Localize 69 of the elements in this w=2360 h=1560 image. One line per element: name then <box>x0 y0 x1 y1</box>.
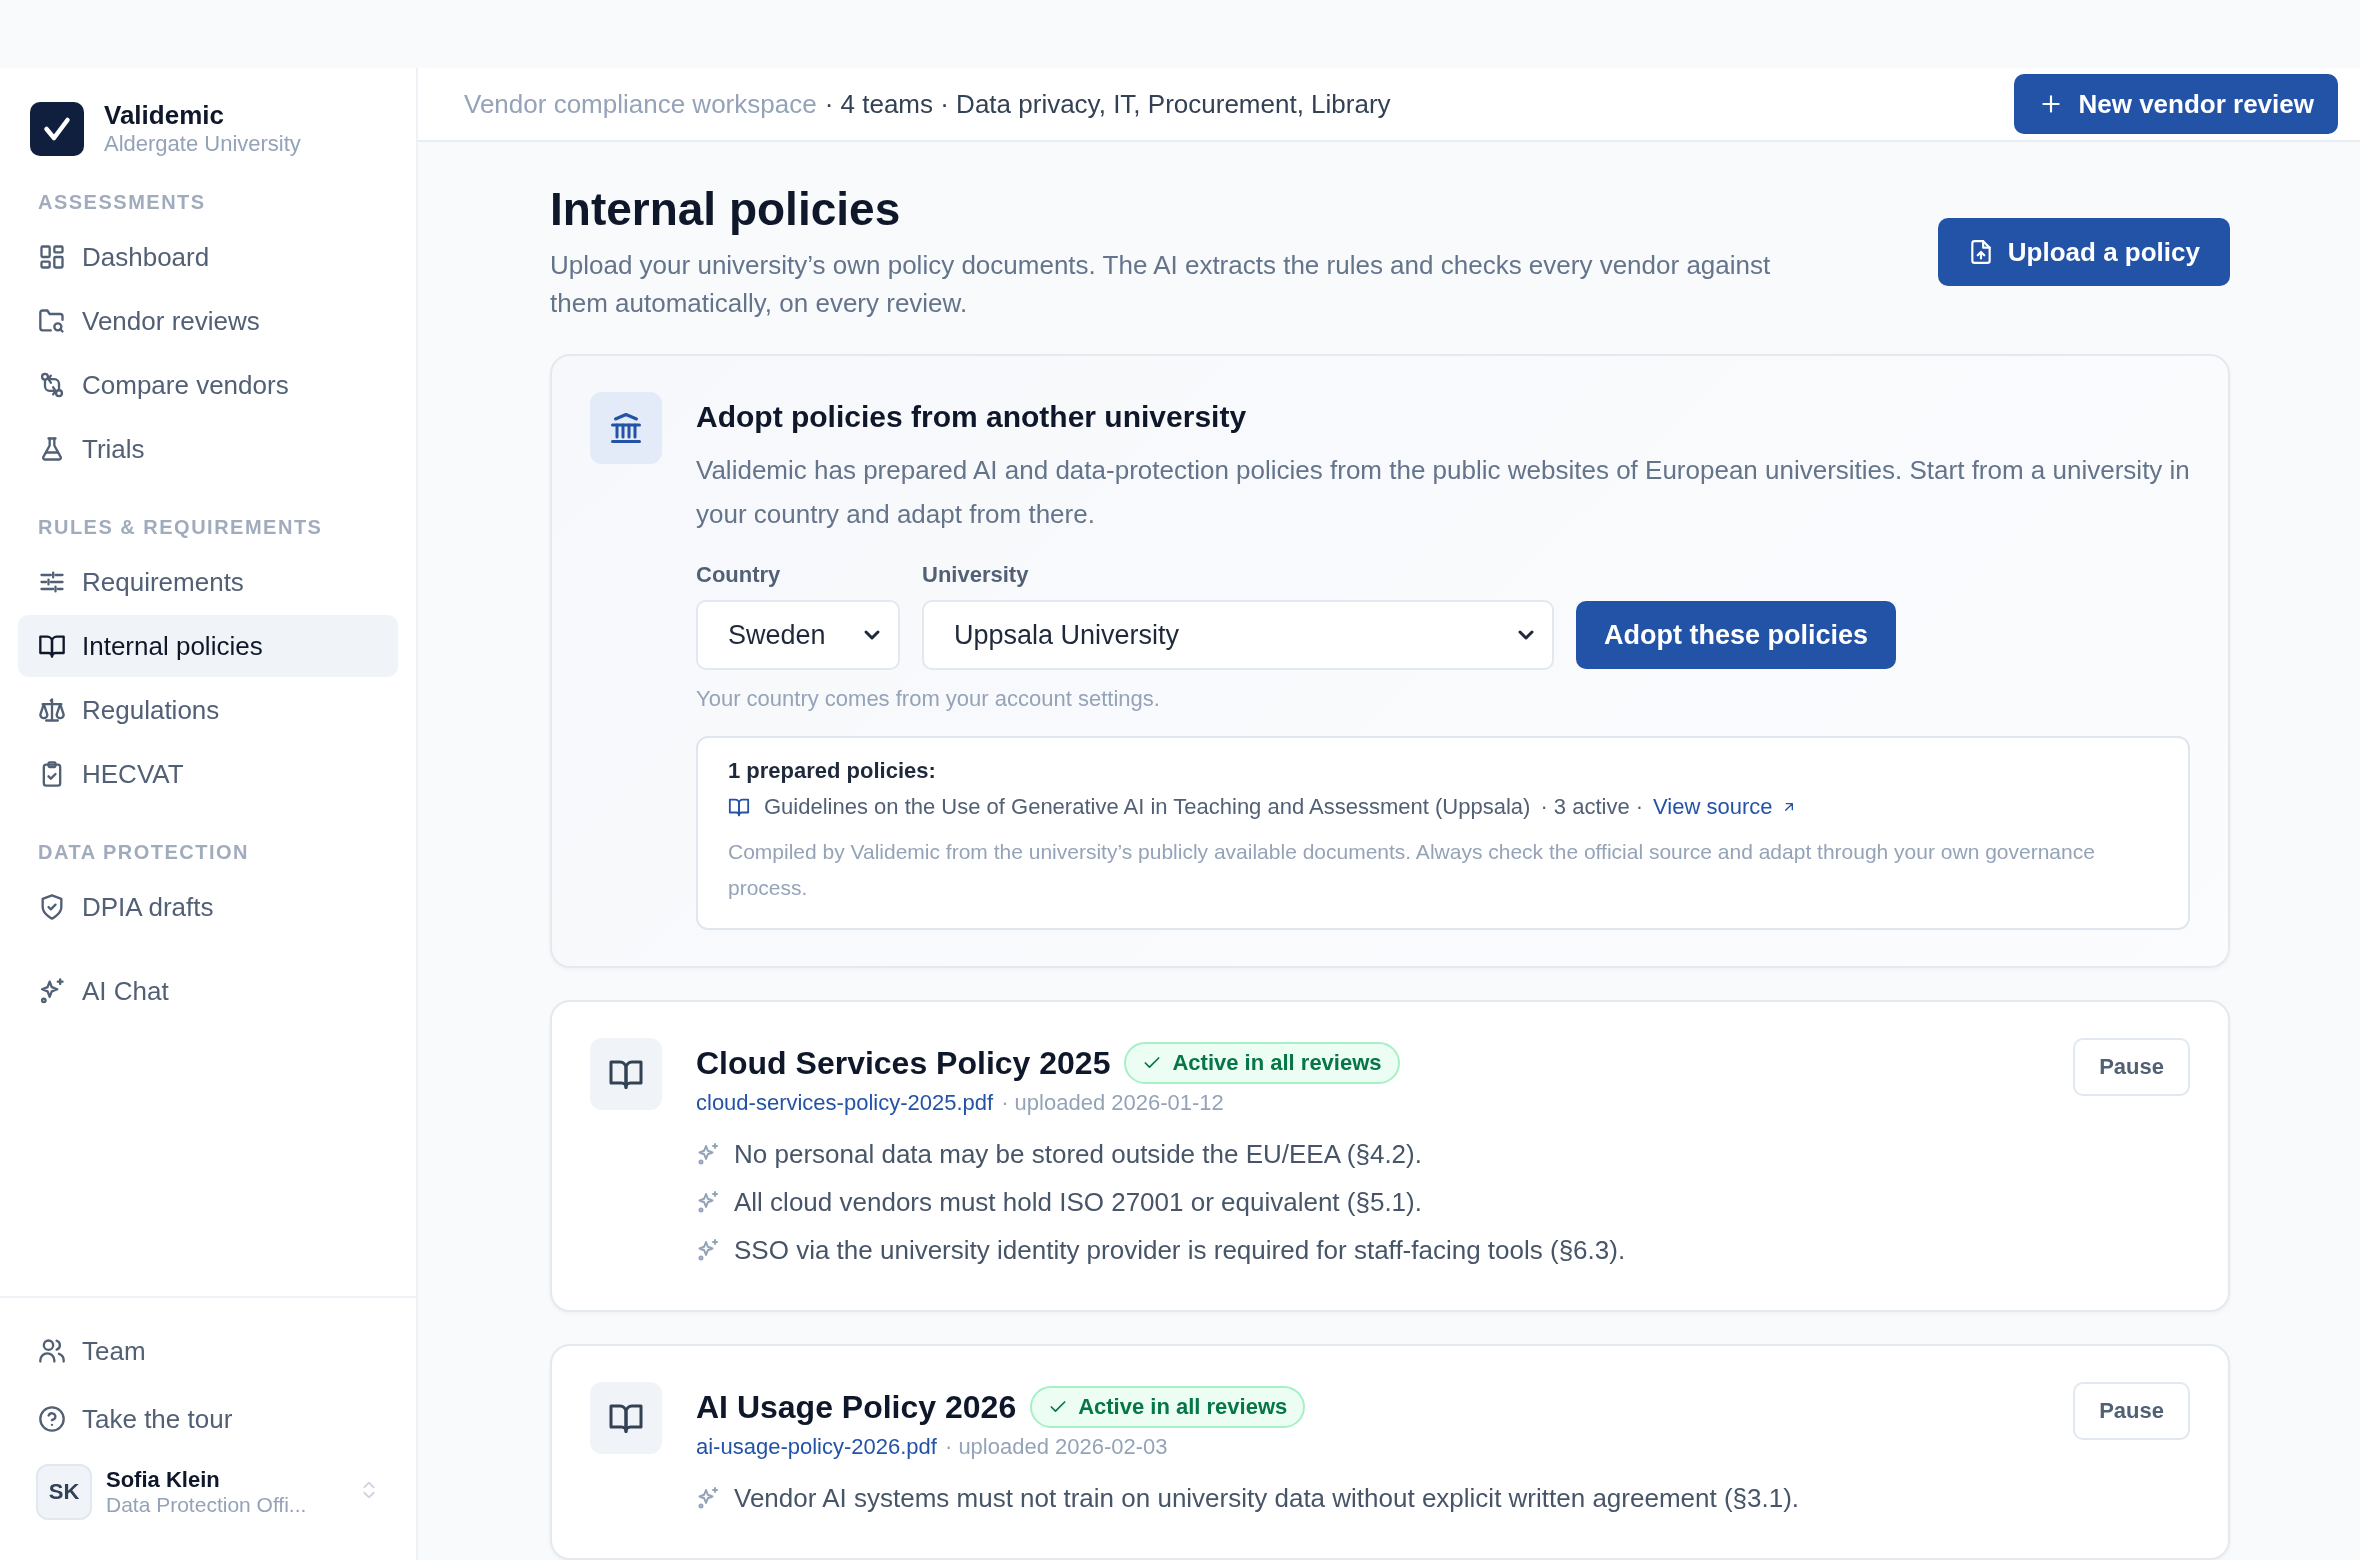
user-name: Sofia Klein <box>106 1467 221 1493</box>
sidebar-item[interactable]: Requirements <box>18 551 398 613</box>
upload-policy-button[interactable]: Upload a policy <box>1937 218 2230 286</box>
hint-text: Your country comes from your account settings. <box>696 686 1161 712</box>
sparkle-icon <box>38 977 66 1005</box>
brand-name: Validemic <box>104 100 225 131</box>
sidebar-item[interactable]: Compare vendors <box>18 354 398 416</box>
page-description: Upload your university’s own policy documents. The AI extracts the rules and checks every vendor against them automatically, on every review. <box>550 249 1772 320</box>
sidebar-item[interactable]: Dashboard <box>18 226 398 288</box>
university-select[interactable]: Uppsala University <box>922 600 1554 670</box>
rule-text: No personal data may be stored outside the EU/EEA (§4.2). <box>734 1138 1422 1171</box>
book-icon <box>590 1382 662 1454</box>
sidebar-item[interactable]: DPIA drafts <box>18 876 398 938</box>
sidebar-item[interactable]: HECVAT <box>18 743 398 805</box>
section-label: RULES & REQUIREMENTS <box>37 515 324 540</box>
upload-date: · uploaded 2026-02-03 <box>944 1434 1168 1460</box>
status-badge: Active in all reviews <box>1030 1386 1306 1428</box>
upload-date: · uploaded 2026-01-12 <box>1001 1090 1224 1116</box>
adopt-policies-button[interactable]: Adopt these policies <box>1576 601 1897 669</box>
rule-text: SSO via the university identity provider is required for staff-facing tools (§6.3). <box>734 1234 1626 1267</box>
rule-text: All cloud vendors must hold ISO 27001 or equivalent (§5.1). <box>734 1186 1422 1219</box>
sparkle-icon <box>696 1486 720 1510</box>
file-link[interactable]: cloud-services-policy-2025.pdf <box>696 1090 994 1116</box>
rule-text: Vendor AI systems must not train on university data without explicit written agreement (§3.1). <box>734 1482 1800 1515</box>
field-label: Country <box>696 562 782 588</box>
view-source-link[interactable]: View source <box>1653 794 1797 820</box>
status-badge: Active in all reviews <box>1124 1042 1400 1084</box>
section-label: ASSESSMENTS <box>37 190 207 215</box>
page-title: Internal policies <box>550 182 902 236</box>
workspace-details: · 4 teams · Data privacy, IT, Procurement, Library <box>824 88 1391 120</box>
help-icon <box>38 1405 66 1433</box>
sidebar-item[interactable]: Team <box>18 1318 398 1384</box>
panel-heading: 1 prepared policies: <box>728 758 937 784</box>
pause-button[interactable]: Pause <box>2073 1382 2190 1440</box>
sparkle-icon <box>696 1142 720 1166</box>
sparkle-icon <box>696 1238 720 1262</box>
folder-search-icon <box>38 307 66 335</box>
sidebar-item[interactable]: Regulations <box>18 679 398 741</box>
book-icon <box>728 796 750 818</box>
sidebar-item[interactable]: Vendor reviews <box>18 290 398 352</box>
logo <box>30 101 84 156</box>
country-select[interactable]: Sweden <box>696 600 900 670</box>
policy-title: AI Usage Policy 2026 <box>696 1388 1017 1426</box>
book-icon <box>590 1038 662 1110</box>
card-title: Adopt policies from another university <box>696 400 1248 434</box>
policy-title: Cloud Services Policy 2025 <box>696 1044 1111 1082</box>
section-label: DATA PROTECTION <box>37 840 250 865</box>
branch-icon <box>38 371 66 399</box>
file-link[interactable]: ai-usage-policy-2026.pdf <box>696 1434 937 1460</box>
scales-icon <box>38 696 66 724</box>
policy-meta: · 3 active · <box>1540 794 1644 820</box>
people-icon <box>38 1337 66 1365</box>
sparkle-icon <box>696 1190 720 1214</box>
grid-icon <box>38 243 66 271</box>
building-icon <box>590 392 662 464</box>
sidebar-item[interactable]: Take the tour <box>18 1386 398 1452</box>
sidebar-item[interactable]: Internal policies <box>18 615 398 677</box>
sidebar-item[interactable]: Trials <box>18 418 398 480</box>
organization-name: Aldergate University <box>104 131 301 157</box>
user-role: Data Protection Offi... <box>106 1493 308 1517</box>
avatar: SK <box>36 1464 92 1520</box>
new-vendor-review-button[interactable]: New vendor review <box>2014 74 2338 134</box>
sidebar-item[interactable]: AI Chat <box>18 960 398 1022</box>
workspace-name: Vendor compliance workspace <box>464 88 817 120</box>
field-label: University <box>922 562 1030 588</box>
policy-name: Guidelines on the Use of Generative AI in Teaching and Assessment (Uppsala) <box>764 794 1531 820</box>
pause-button[interactable]: Pause <box>2073 1038 2190 1096</box>
disclaimer-text: Compiled by Validemic from the university’s publicly available documents. Always check the official source and adapt through your own governance process. <box>728 839 2096 901</box>
card-description: Validemic has prepared AI and data-protection policies from the public websites of European universities. Start from a university in your country and adapt from there. <box>696 454 2190 531</box>
